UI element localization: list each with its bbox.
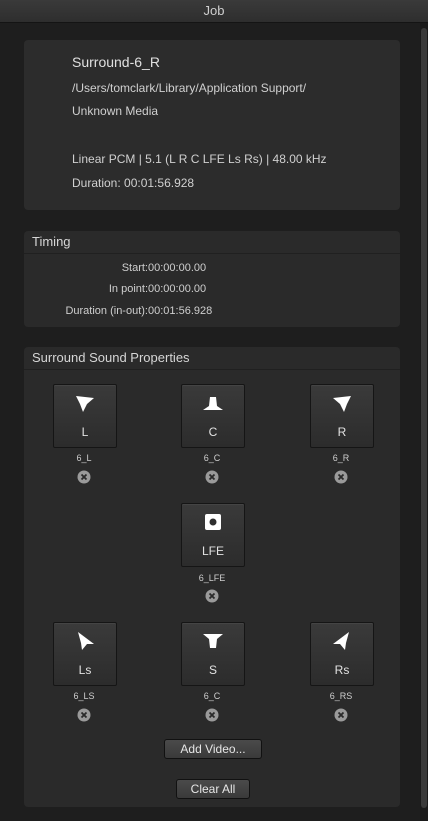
timing-row-start: Start: 00:00:00.00: [24, 262, 400, 278]
speaker-assignment: 6_C: [203, 453, 221, 463]
timing-label: In point:: [108, 283, 148, 295]
timing-row-duration: Duration (in-out): 00:01:56.928: [24, 305, 400, 321]
speaker-assignment: 6_R: [332, 453, 350, 463]
speaker-c-button[interactable]: C: [181, 384, 245, 448]
speaker-left-icon: [76, 396, 94, 412]
speaker-label: R: [337, 425, 347, 439]
file-info-panel: Surround-6_R /Users/tomclark/Library/App…: [24, 40, 400, 210]
timing-title: Timing: [32, 234, 71, 249]
file-duration: Duration: 00:01:56.928: [72, 176, 195, 190]
speaker-rs-button[interactable]: Rs: [310, 622, 374, 686]
surround-header: Surround Sound Properties: [24, 347, 400, 370]
clear-assignment-icon[interactable]: [77, 708, 91, 722]
file-name: Surround-6_R: [72, 54, 160, 70]
clear-all-button[interactable]: Clear All: [176, 779, 250, 799]
speaker-surround-icon: [203, 634, 223, 648]
add-video-button[interactable]: Add Video...: [164, 739, 262, 759]
speaker-assignment: 6_LFE: [198, 573, 226, 583]
speaker-assignment: 6_C: [203, 691, 221, 701]
speaker-label: L: [81, 425, 89, 439]
speaker-left-surround-icon: [78, 632, 94, 650]
speaker-s-button[interactable]: S: [181, 622, 245, 686]
speaker-ls-button[interactable]: Ls: [53, 622, 117, 686]
timing-value: 00:00:00.00: [148, 283, 207, 295]
speaker-label: C: [208, 425, 218, 439]
speaker-r-button[interactable]: R: [310, 384, 374, 448]
speaker-lfe-button[interactable]: LFE: [181, 503, 245, 567]
speaker-label: Rs: [334, 663, 350, 677]
timing-value: 00:00:00.00: [148, 262, 207, 274]
speaker-l-button[interactable]: L: [53, 384, 117, 448]
timing-panel: Timing Start: 00:00:00.00 In point: 00:0…: [24, 231, 400, 327]
clear-assignment-icon[interactable]: [334, 708, 348, 722]
speaker-assignment: 6_L: [76, 453, 92, 463]
speaker-label: Ls: [78, 663, 92, 677]
speaker-label: S: [208, 663, 217, 677]
speaker-right-icon: [333, 396, 351, 412]
timing-label: Start:: [121, 262, 148, 274]
speaker-right-surround-icon: [333, 632, 349, 650]
file-path: /Users/tomclark/Library/Application Supp…: [72, 81, 307, 95]
clear-assignment-icon[interactable]: [77, 470, 91, 484]
subwoofer-icon: [205, 514, 221, 530]
speaker-label: LFE: [201, 544, 224, 558]
speaker-assignment: 6_LS: [73, 691, 95, 701]
clear-assignment-icon[interactable]: [205, 589, 219, 603]
window-title: Job: [0, 0, 428, 23]
timing-header: Timing: [24, 231, 400, 254]
audio-format: Linear PCM | 5.1 (L R C LFE Ls Rs) | 48.…: [72, 152, 327, 166]
media-type: Unknown Media: [72, 104, 159, 118]
scrollbar-thumb[interactable]: [421, 28, 427, 808]
speaker-center-icon: [203, 397, 223, 410]
clear-assignment-icon[interactable]: [205, 708, 219, 722]
surround-title: Surround Sound Properties: [32, 350, 190, 365]
timing-value: 00:01:56.928: [148, 305, 213, 317]
clear-assignment-icon[interactable]: [334, 470, 348, 484]
timing-label: Duration (in-out):: [65, 305, 148, 317]
timing-row-in-point: In point: 00:00:00.00: [24, 283, 400, 299]
surround-panel: Surround Sound Properties L 6_L C 6_C R …: [24, 347, 400, 807]
clear-assignment-icon[interactable]: [205, 470, 219, 484]
speaker-assignment: 6_RS: [329, 691, 353, 701]
